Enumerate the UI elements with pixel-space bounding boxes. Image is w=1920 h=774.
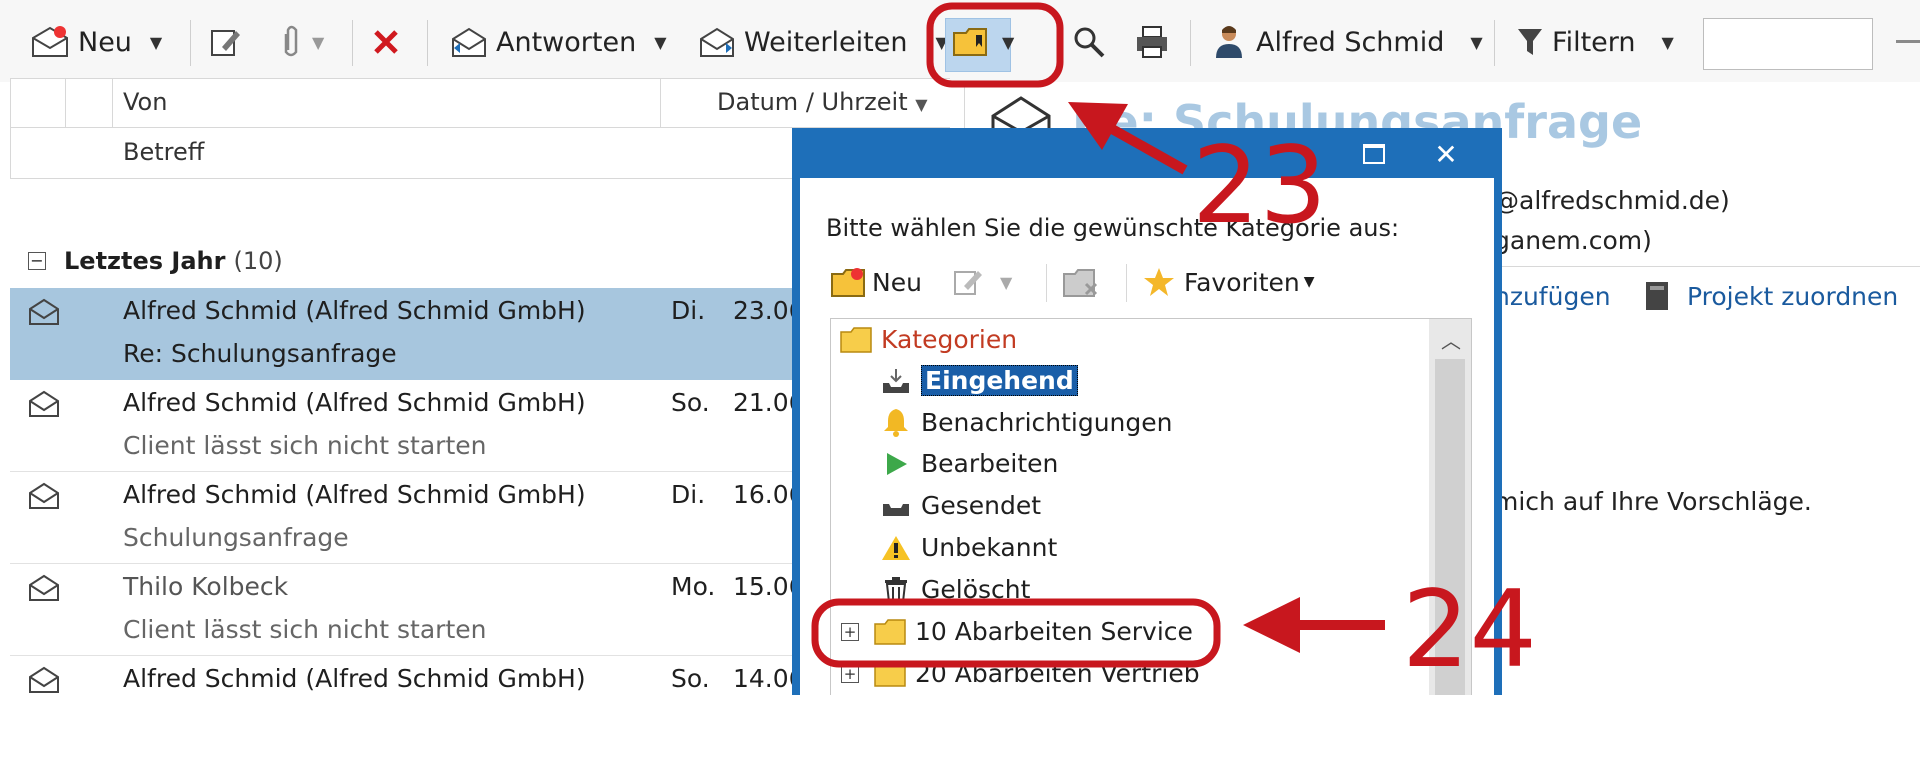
bottom-margin xyxy=(0,695,1920,774)
highlight-ring-23 xyxy=(926,2,1064,88)
highlight-ring-24 xyxy=(811,598,1221,668)
annotation-overlay xyxy=(811,2,1385,668)
arrow-23-head xyxy=(1068,102,1128,150)
annotation-number-23: 23 xyxy=(1192,124,1327,247)
annotation-number-24: 24 xyxy=(1402,568,1537,691)
arrow-24-head xyxy=(1243,597,1300,653)
arrow-23-shaft xyxy=(1102,120,1188,175)
